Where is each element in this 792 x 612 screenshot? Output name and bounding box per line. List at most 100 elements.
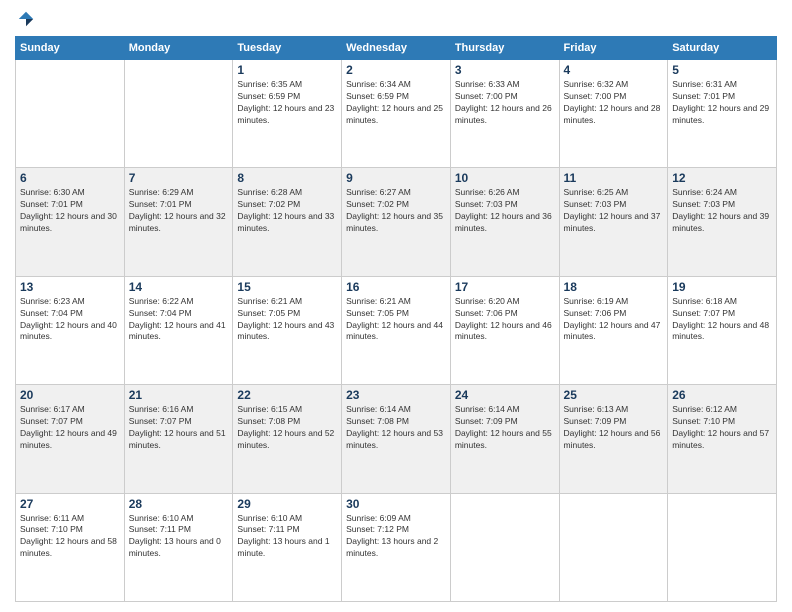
calendar-week-row: 27Sunrise: 6:11 AMSunset: 7:10 PMDayligh…: [16, 493, 777, 601]
weekday-header: Friday: [559, 37, 668, 60]
day-info: Sunrise: 6:09 AMSunset: 7:12 PMDaylight:…: [346, 513, 446, 561]
day-number: 19: [672, 280, 772, 294]
logo-icon: [17, 10, 35, 28]
day-number: 9: [346, 171, 446, 185]
weekday-header: Monday: [124, 37, 233, 60]
weekday-header: Tuesday: [233, 37, 342, 60]
day-info: Sunrise: 6:10 AMSunset: 7:11 PMDaylight:…: [129, 513, 229, 561]
day-number: 30: [346, 497, 446, 511]
calendar-cell: 25Sunrise: 6:13 AMSunset: 7:09 PMDayligh…: [559, 385, 668, 493]
calendar-cell: 15 Sunrise: 6:21 AMSunset: 7:05 PMDayligh…: [233, 276, 342, 384]
calendar-cell: 2 Sunrise: 6:34 AMSunset: 6:59 PMDaylight…: [342, 60, 451, 168]
day-number: 13: [20, 280, 120, 294]
day-info: Sunrise: 6:25 AMSunset: 7:03 PMDaylight:…: [564, 187, 664, 235]
day-info: Sunrise: 6:24 AMSunset: 7:03 PMDaylight:…: [672, 187, 772, 235]
calendar-cell: 20 Sunrise: 6:17 AMSunset: 7:07 PMDayligh…: [16, 385, 125, 493]
calendar-cell: 6 Sunrise: 6:30 AMSunset: 7:01 PMDaylight…: [16, 168, 125, 276]
calendar-cell: 1 Sunrise: 6:35 AMSunset: 6:59 PMDaylight…: [233, 60, 342, 168]
day-number: 1: [237, 63, 337, 77]
calendar-cell: 3Sunrise: 6:33 AMSunset: 7:00 PMDaylight…: [450, 60, 559, 168]
day-info: Sunrise: 6:21 AMSunset: 7:05 PMDaylight:…: [237, 296, 337, 344]
calendar-cell: 23 Sunrise: 6:14 AMSunset: 7:08 PMDayligh…: [342, 385, 451, 493]
day-info: Sunrise: 6:17 AMSunset: 7:07 PMDaylight:…: [20, 404, 120, 452]
day-number: 10: [455, 171, 555, 185]
logo-text: [15, 10, 35, 28]
day-info: Sunrise: 6:11 AMSunset: 7:10 PMDaylight:…: [20, 513, 120, 561]
day-info: Sunrise: 6:34 AMSunset: 6:59 PMDaylight:…: [346, 79, 446, 127]
header: [15, 10, 777, 28]
logo: [15, 10, 35, 28]
calendar-cell: 10 Sunrise: 6:26 AMSunset: 7:03 PMDayligh…: [450, 168, 559, 276]
day-number: 5: [672, 63, 772, 77]
page: SundayMondayTuesdayWednesdayThursdayFrid…: [0, 0, 792, 612]
calendar-cell: 24Sunrise: 6:14 AMSunset: 7:09 PMDayligh…: [450, 385, 559, 493]
day-number: 25: [564, 388, 664, 402]
calendar-cell: 22Sunrise: 6:15 AMSunset: 7:08 PMDayligh…: [233, 385, 342, 493]
day-number: 12: [672, 171, 772, 185]
day-number: 7: [129, 171, 229, 185]
weekday-header: Saturday: [668, 37, 777, 60]
day-info: Sunrise: 6:16 AMSunset: 7:07 PMDaylight:…: [129, 404, 229, 452]
day-number: 28: [129, 497, 229, 511]
calendar-cell: 30 Sunrise: 6:09 AMSunset: 7:12 PMDayligh…: [342, 493, 451, 601]
day-info: Sunrise: 6:19 AMSunset: 7:06 PMDaylight:…: [564, 296, 664, 344]
calendar-table: SundayMondayTuesdayWednesdayThursdayFrid…: [15, 36, 777, 602]
day-number: 11: [564, 171, 664, 185]
calendar-cell: 14Sunrise: 6:22 AMSunset: 7:04 PMDayligh…: [124, 276, 233, 384]
day-info: Sunrise: 6:32 AMSunset: 7:00 PMDaylight:…: [564, 79, 664, 127]
day-number: 18: [564, 280, 664, 294]
day-info: Sunrise: 6:10 AMSunset: 7:11 PMDaylight:…: [237, 513, 337, 561]
calendar-cell: 26 Sunrise: 6:12 AMSunset: 7:10 PMDayligh…: [668, 385, 777, 493]
day-number: 16: [346, 280, 446, 294]
day-info: Sunrise: 6:33 AMSunset: 7:00 PMDaylight:…: [455, 79, 555, 127]
day-info: Sunrise: 6:29 AMSunset: 7:01 PMDaylight:…: [129, 187, 229, 235]
calendar-cell: [450, 493, 559, 601]
day-number: 23: [346, 388, 446, 402]
calendar-cell: 12 Sunrise: 6:24 AMSunset: 7:03 PMDayligh…: [668, 168, 777, 276]
day-number: 15: [237, 280, 337, 294]
calendar-cell: 28 Sunrise: 6:10 AMSunset: 7:11 PMDayligh…: [124, 493, 233, 601]
calendar-week-row: 13Sunrise: 6:23 AMSunset: 7:04 PMDayligh…: [16, 276, 777, 384]
day-info: Sunrise: 6:35 AMSunset: 6:59 PMDaylight:…: [237, 79, 337, 127]
calendar-cell: [16, 60, 125, 168]
calendar-cell: 27Sunrise: 6:11 AMSunset: 7:10 PMDayligh…: [16, 493, 125, 601]
day-number: 21: [129, 388, 229, 402]
day-info: Sunrise: 6:14 AMSunset: 7:09 PMDaylight:…: [455, 404, 555, 452]
weekday-header: Sunday: [16, 37, 125, 60]
day-number: 4: [564, 63, 664, 77]
calendar-cell: 11 Sunrise: 6:25 AMSunset: 7:03 PMDayligh…: [559, 168, 668, 276]
calendar-cell: 18 Sunrise: 6:19 AMSunset: 7:06 PMDayligh…: [559, 276, 668, 384]
weekday-header: Wednesday: [342, 37, 451, 60]
day-info: Sunrise: 6:14 AMSunset: 7:08 PMDaylight:…: [346, 404, 446, 452]
day-info: Sunrise: 6:15 AMSunset: 7:08 PMDaylight:…: [237, 404, 337, 452]
calendar-cell: 8 Sunrise: 6:28 AMSunset: 7:02 PMDaylight…: [233, 168, 342, 276]
day-info: Sunrise: 6:18 AMSunset: 7:07 PMDaylight:…: [672, 296, 772, 344]
calendar-cell: 7 Sunrise: 6:29 AMSunset: 7:01 PMDaylight…: [124, 168, 233, 276]
day-info: Sunrise: 6:27 AMSunset: 7:02 PMDaylight:…: [346, 187, 446, 235]
day-number: 2: [346, 63, 446, 77]
day-info: Sunrise: 6:26 AMSunset: 7:03 PMDaylight:…: [455, 187, 555, 235]
calendar-week-row: 1 Sunrise: 6:35 AMSunset: 6:59 PMDaylight…: [16, 60, 777, 168]
calendar-cell: [559, 493, 668, 601]
calendar-cell: 19 Sunrise: 6:18 AMSunset: 7:07 PMDayligh…: [668, 276, 777, 384]
weekday-header: Thursday: [450, 37, 559, 60]
calendar-week-row: 6 Sunrise: 6:30 AMSunset: 7:01 PMDaylight…: [16, 168, 777, 276]
calendar-week-row: 20 Sunrise: 6:17 AMSunset: 7:07 PMDayligh…: [16, 385, 777, 493]
day-info: Sunrise: 6:31 AMSunset: 7:01 PMDaylight:…: [672, 79, 772, 127]
day-number: 26: [672, 388, 772, 402]
calendar-cell: 5 Sunrise: 6:31 AMSunset: 7:01 PMDaylight…: [668, 60, 777, 168]
day-number: 6: [20, 171, 120, 185]
calendar-cell: 21 Sunrise: 6:16 AMSunset: 7:07 PMDayligh…: [124, 385, 233, 493]
day-info: Sunrise: 6:28 AMSunset: 7:02 PMDaylight:…: [237, 187, 337, 235]
calendar-cell: 17Sunrise: 6:20 AMSunset: 7:06 PMDayligh…: [450, 276, 559, 384]
calendar-header-row: SundayMondayTuesdayWednesdayThursdayFrid…: [16, 37, 777, 60]
day-info: Sunrise: 6:12 AMSunset: 7:10 PMDaylight:…: [672, 404, 772, 452]
calendar-cell: 13Sunrise: 6:23 AMSunset: 7:04 PMDayligh…: [16, 276, 125, 384]
day-number: 8: [237, 171, 337, 185]
day-info: Sunrise: 6:21 AMSunset: 7:05 PMDaylight:…: [346, 296, 446, 344]
calendar-cell: [124, 60, 233, 168]
day-info: Sunrise: 6:30 AMSunset: 7:01 PMDaylight:…: [20, 187, 120, 235]
calendar-cell: [668, 493, 777, 601]
day-number: 20: [20, 388, 120, 402]
day-number: 14: [129, 280, 229, 294]
